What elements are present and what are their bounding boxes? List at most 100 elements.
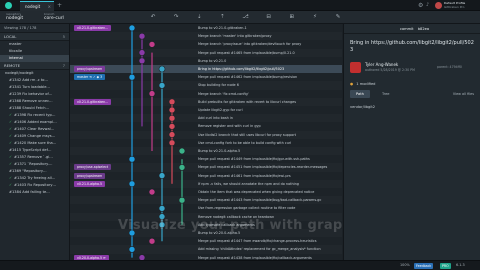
- toolbar-action-7-icon[interactable]: ⚡: [310, 13, 320, 22]
- toolbar-action-0-icon[interactable]: ↶: [148, 13, 158, 22]
- pull-request-item[interactable]: ✓ #1420 Make sure tha…: [0, 140, 69, 147]
- profile-avatar[interactable]: [435, 2, 442, 9]
- commit-header: commit b82ea: [344, 24, 480, 34]
- commit-node[interactable]: [168, 106, 176, 114]
- toolbar-action-6-icon[interactable]: ⊞: [287, 13, 297, 22]
- branch-selector[interactable]: core-curl: [44, 16, 64, 21]
- commit-node[interactable]: [138, 49, 146, 56]
- remote-name[interactable]: nodegit/nodegit: [0, 70, 69, 77]
- modified-count: ● 1 modified: [350, 82, 474, 86]
- commit-node[interactable]: [168, 114, 176, 122]
- pull-request-item[interactable]: #1415 TypeScript def…: [0, 147, 69, 154]
- commit-node[interactable]: [148, 188, 156, 196]
- commit-node[interactable]: [128, 180, 136, 188]
- branch-label[interactable]: proxy/use-apiselect: [74, 164, 112, 171]
- pro-badge[interactable]: PRO: [440, 263, 451, 269]
- toolbar-action-5-icon[interactable]: ⊟: [264, 13, 274, 22]
- check-icon: ✓: [9, 162, 13, 166]
- branch-label[interactable]: v0.21.0-gitkraken...: [74, 25, 112, 31]
- remote-section-header[interactable]: REMOTE 7: [0, 62, 69, 70]
- pull-request-label: #1403 Fix Repository…: [14, 183, 57, 187]
- commit-node[interactable]: [178, 147, 186, 155]
- commit-node[interactable]: [138, 57, 146, 65]
- pull-request-item[interactable]: #1384 Add failing te…: [0, 189, 69, 196]
- close-tab-icon[interactable]: ×: [48, 2, 51, 11]
- pull-request-item[interactable]: ✓ #1407 Clear Revwal…: [0, 126, 69, 133]
- local-section-header[interactable]: LOCAL 5: [0, 33, 69, 41]
- pull-request-item[interactable]: #1239 Fix behavior of…: [0, 91, 69, 98]
- profile-menu[interactable]: Default Profile GitKraken Pro: [444, 1, 465, 9]
- pull-request-item[interactable]: ✓ #1403 Fix Repository…: [0, 182, 69, 189]
- branch-label[interactable]: v0.21.0-alpha.5: [74, 180, 106, 187]
- commit-node[interactable]: [158, 65, 166, 73]
- branch-label[interactable]: proxy/upstream: [74, 172, 106, 179]
- tab-tree[interactable]: Tree: [376, 90, 396, 98]
- commit-node[interactable]: [148, 90, 156, 97]
- zoom-level[interactable]: 100%: [400, 263, 410, 267]
- toolbar-action-4-icon[interactable]: ⎇: [241, 13, 251, 22]
- feedback-button[interactable]: Feedback: [414, 263, 434, 269]
- pull-request-label: #1239 Fix behavior of…: [9, 92, 53, 96]
- pull-request-item[interactable]: #1369 "Repository…: [0, 168, 69, 175]
- commit-node[interactable]: [128, 246, 136, 253]
- parent-sha[interactable]: parent: 4794ff0: [437, 65, 462, 69]
- toolbar-action-2-icon[interactable]: ⇣: [194, 13, 204, 22]
- commit-summary: Merge pull request #1447 from ewandb/fix…: [198, 239, 317, 244]
- view-all-files-toggle[interactable]: View all files: [453, 90, 474, 98]
- commit-summary: Add curl into bash in: [198, 116, 233, 121]
- branch-label[interactable]: v0.21.0-gitkraken...: [74, 98, 112, 105]
- commit-node[interactable]: [128, 73, 136, 81]
- pull-request-item[interactable]: #1341 Turn loadable…: [0, 84, 69, 91]
- settings-gear-icon[interactable]: ⚙: [418, 1, 423, 10]
- commit-node[interactable]: [158, 172, 166, 179]
- commit-node[interactable]: [158, 82, 166, 89]
- commit-summary: Bump to v0.21.0: [198, 58, 227, 63]
- pull-request-item[interactable]: ✓ #1409 Change msys…: [0, 133, 69, 140]
- pull-request-item[interactable]: ✓ #1398 Fix recent typ…: [0, 112, 69, 119]
- pull-request-label: #1406 Added exampl…: [14, 120, 57, 124]
- viewing-count: Viewing 178 / 178: [0, 24, 69, 33]
- commit-node[interactable]: [168, 98, 176, 106]
- pull-request-item[interactable]: ✓ #1357 Remove `.gi…: [0, 154, 69, 161]
- branch-label[interactable]: master ⟲ ✓ ◆ 3: [74, 74, 106, 81]
- commit-summary: Obtain the item that was deprecated when…: [198, 190, 315, 194]
- pull-request-item[interactable]: #1368 Remove unnec…: [0, 98, 69, 105]
- commit-summary: Merge pull request #1443 from implausibl…: [198, 198, 322, 203]
- local-section-label: LOCAL: [4, 34, 17, 39]
- commit-node[interactable]: [158, 205, 166, 212]
- local-branch-item[interactable]: master: [0, 41, 69, 48]
- notification-bell-icon[interactable]: ♪: [426, 1, 429, 10]
- pull-request-item[interactable]: ✓ #1342 Try freeing all…: [0, 175, 69, 182]
- check-icon: ✓: [9, 141, 13, 145]
- commit-node[interactable]: [148, 41, 156, 48]
- commit-node[interactable]: [128, 24, 136, 32]
- check-icon: ✓: [9, 134, 13, 138]
- repository-selector[interactable]: nodegit: [6, 16, 23, 21]
- commit-node[interactable]: [178, 196, 186, 204]
- toolbar-action-8-icon[interactable]: ✎: [333, 13, 343, 22]
- commit-node[interactable]: [128, 155, 136, 163]
- toolbar-action-3-icon[interactable]: ⇡: [217, 13, 227, 22]
- changed-file[interactable]: vendor/libgit2: [350, 105, 474, 109]
- commit-sha[interactable]: b82ea: [418, 27, 429, 31]
- commit-node[interactable]: [138, 32, 146, 40]
- pull-request-label: #1342 Add rm -c to…: [9, 78, 49, 82]
- pull-request-item[interactable]: #1342 Add rm -c to…: [0, 77, 69, 84]
- commit-summary: Bring in https://github.com/libgit2/libg…: [198, 67, 285, 71]
- toolbar-action-1-icon[interactable]: ↷: [171, 13, 181, 22]
- commit-node[interactable]: [148, 237, 156, 245]
- branch-label[interactable]: proxy/upstream: [74, 66, 106, 72]
- local-branch-item[interactable]: internal: [0, 55, 69, 62]
- tab-path[interactable]: Path: [350, 90, 370, 98]
- commit-node[interactable]: [168, 139, 176, 147]
- pull-request-item[interactable]: #1388 Should Fetch…: [0, 105, 69, 112]
- new-tab-button[interactable]: +: [57, 1, 62, 10]
- commit-node[interactable]: [168, 131, 176, 138]
- repo-tab[interactable]: nodegit ×: [20, 1, 54, 11]
- commit-node[interactable]: [168, 123, 176, 130]
- local-branch-item[interactable]: tlbcalle: [0, 48, 69, 55]
- pull-request-item[interactable]: ✓ #1371 `Repository.…: [0, 161, 69, 168]
- toolbar: repository nodegit branch core-curl ↶ ↷ ⇣ ⇡…: [0, 11, 480, 24]
- commit-node[interactable]: [178, 164, 186, 171]
- pull-request-item[interactable]: ✓ #1406 Added exampl…: [0, 119, 69, 126]
